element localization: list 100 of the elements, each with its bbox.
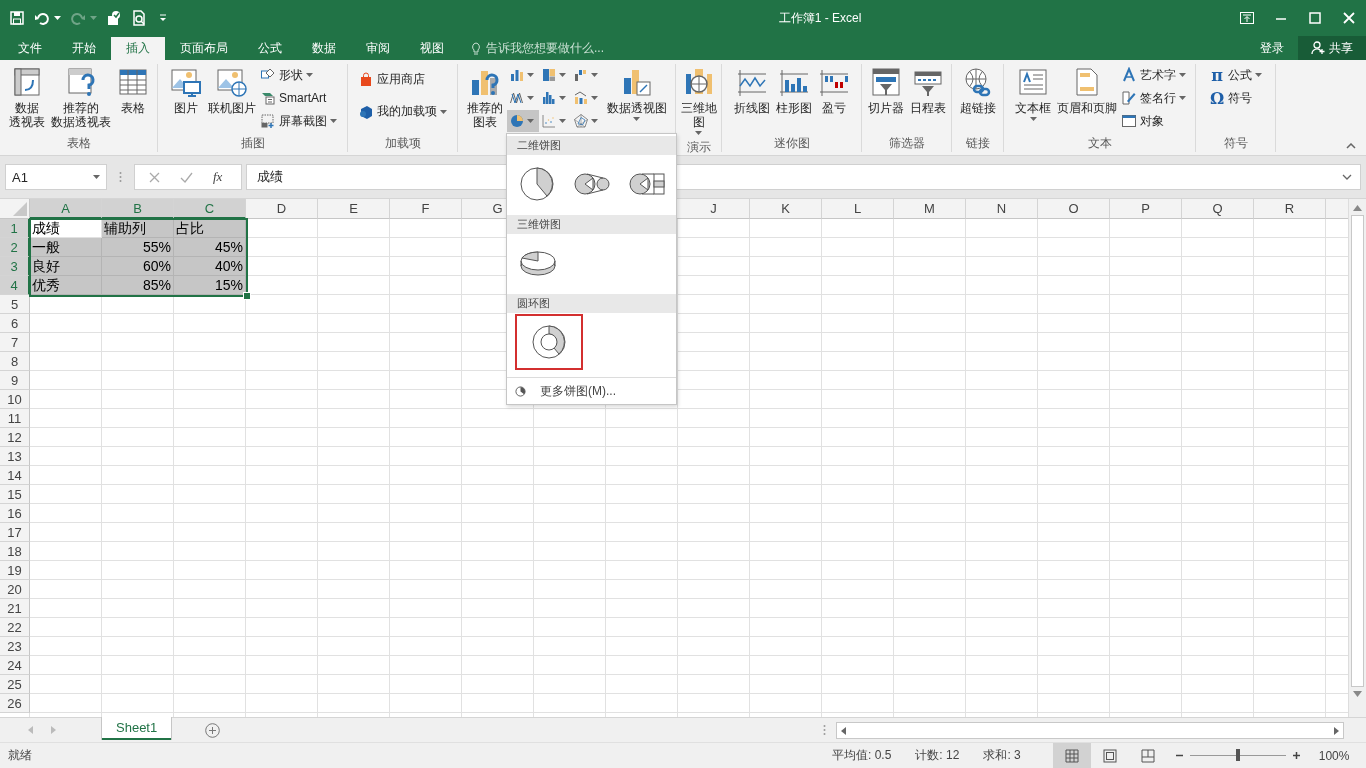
scroll-right-icon[interactable]	[1334, 726, 1339, 735]
ribbon-button-label[interactable]: 数据	[14, 101, 39, 115]
view-button[interactable]	[1052, 743, 1091, 768]
ribbon-button-label[interactable]: 图	[692, 115, 705, 129]
zoom-level[interactable]: 100%	[1318, 748, 1350, 763]
row-header[interactable]: 4	[0, 276, 30, 295]
ribbon-tab[interactable]: 公式	[243, 37, 297, 60]
ribbon-button-label[interactable]: 日程表	[909, 101, 946, 115]
expand-icon[interactable]	[1342, 174, 1352, 180]
ribbon-display-icon[interactable]	[1240, 12, 1254, 24]
column-header[interactable]: A	[30, 199, 102, 219]
grip-icon[interactable]	[823, 724, 826, 736]
customize-toolbar-icon[interactable]	[159, 14, 167, 22]
ribbon-button-label[interactable]: 文本框	[1015, 101, 1051, 115]
close-icon[interactable]	[1342, 12, 1356, 24]
row-header[interactable]: 20	[0, 580, 30, 599]
row-header[interactable]: 24	[0, 656, 30, 675]
ribbon-button[interactable]: π 公式	[1209, 65, 1262, 85]
insert-function-button[interactable]: fx	[213, 169, 223, 185]
chart-type-button[interactable]	[506, 110, 539, 132]
picture-icon	[170, 66, 202, 98]
row-header[interactable]: 19	[0, 561, 30, 580]
ribbon-button-label[interactable]: 盈亏	[821, 101, 846, 115]
save-icon[interactable]	[9, 10, 25, 26]
ribbon-button[interactable]: 艺术字	[1121, 65, 1186, 85]
ribbon-button-label[interactable]: 联机图片	[208, 101, 256, 115]
undo-icon[interactable]	[34, 10, 50, 26]
zoom-in-icon[interactable]	[1291, 751, 1301, 760]
collapse-ribbon-icon[interactable]	[1346, 143, 1356, 149]
row-header[interactable]: 18	[0, 542, 30, 561]
column-header[interactable]: C	[174, 199, 246, 219]
ribbon-button-label[interactable]: 表格	[120, 101, 145, 115]
ribbon-button-label[interactable]: 推荐的	[62, 101, 99, 115]
ribbon-button[interactable]: 屏幕截图	[260, 111, 337, 131]
row-header[interactable]: 6	[0, 314, 30, 333]
ribbon-button[interactable]: 应用商店	[358, 65, 447, 94]
row-header[interactable]: 5	[0, 295, 30, 314]
row-header[interactable]: 16	[0, 504, 30, 523]
sheet-tab[interactable]: Sheet1	[102, 717, 172, 740]
sign-in-link[interactable]: 登录	[1246, 37, 1298, 60]
ribbon-tab[interactable]: 文件	[3, 37, 57, 60]
zoom-slider[interactable]	[1235, 749, 1240, 761]
ribbon-button[interactable]: 形状	[260, 65, 337, 85]
horizontal-scrollbar[interactable]	[836, 722, 1344, 739]
ribbon-button[interactable]: 对象	[1121, 111, 1186, 131]
row-header[interactable]: 2	[0, 238, 30, 257]
row-header[interactable]: 21	[0, 599, 30, 618]
row-header[interactable]: 17	[0, 523, 30, 542]
ribbon-button-label[interactable]: 超链接	[959, 101, 996, 115]
name-box[interactable]: A1	[5, 164, 107, 190]
row-header[interactable]: 11	[0, 409, 30, 428]
scroll-up-icon[interactable]	[1353, 205, 1362, 211]
row-header[interactable]: 14	[0, 466, 30, 485]
ribbon-button[interactable]: SmartArt	[260, 88, 337, 108]
scroll-left-icon[interactable]	[841, 726, 846, 735]
row-header[interactable]: 7	[0, 333, 30, 352]
ribbon-button-label[interactable]: 切片器	[867, 101, 904, 115]
ribbon-tab[interactable]: 开始	[57, 37, 111, 60]
row-header[interactable]: 3	[0, 257, 30, 276]
row-header[interactable]: 9	[0, 371, 30, 390]
row-header[interactable]: 1	[0, 219, 30, 238]
vertical-scrollbar[interactable]	[1348, 199, 1366, 717]
ribbon-button-label[interactable]: 折线图	[733, 101, 770, 115]
row-header[interactable]: 13	[0, 447, 30, 466]
ribbon-button-label[interactable]: 透视表	[8, 115, 45, 129]
ribbon-tab[interactable]: 页面布局	[165, 37, 243, 60]
check-icon[interactable]	[180, 171, 193, 183]
row-header[interactable]: 23	[0, 637, 30, 656]
print-preview-icon[interactable]	[131, 10, 147, 26]
maximize-icon[interactable]	[1308, 12, 1322, 24]
row-header[interactable]: 22	[0, 618, 30, 637]
row-header[interactable]: 26	[0, 694, 30, 713]
ribbon-tab[interactable]: 视图	[405, 37, 459, 60]
ribbon-button-label[interactable]: 数据透视图	[606, 101, 667, 115]
chart-option[interactable]	[515, 314, 583, 370]
share-button[interactable]: 共享	[1298, 36, 1366, 60]
ribbon-button-label[interactable]: 页眉和页脚	[1057, 101, 1117, 115]
tell-me-field[interactable]: 告诉我您想要做什么...	[471, 37, 604, 60]
ribbon-tab[interactable]: 数据	[297, 37, 351, 60]
ribbon-button-label[interactable]: 数据透视表	[50, 115, 111, 129]
row-header[interactable]: 8	[0, 352, 30, 371]
ribbon-button-label[interactable]: 推荐的	[466, 101, 503, 115]
ribbon-button-label[interactable]: 图表	[472, 115, 497, 129]
ribbon-button-label[interactable]: 三维地	[680, 101, 717, 115]
ribbon-button-label[interactable]: 图片	[174, 101, 198, 115]
ribbon-button-label[interactable]: 柱形图	[775, 101, 812, 115]
ribbon-tab[interactable]: 审阅	[351, 37, 405, 60]
touch-mode-icon[interactable]	[106, 10, 122, 26]
ribbon-button[interactable]: Ω 符号	[1209, 88, 1262, 108]
column-header[interactable]: B	[102, 199, 174, 219]
row-header[interactable]: 15	[0, 485, 30, 504]
row-header[interactable]: 10	[0, 390, 30, 409]
more-pie-charts-item[interactable]: 更多饼图(M)...	[507, 377, 676, 404]
ribbon-button[interactable]: 我的加载项	[358, 97, 447, 126]
row-header[interactable]: 12	[0, 428, 30, 447]
ribbon-button[interactable]: 签名行	[1121, 88, 1186, 108]
scroll-down-icon[interactable]	[1353, 691, 1362, 697]
new-sheet-icon[interactable]	[205, 723, 221, 738]
row-header[interactable]: 25	[0, 675, 30, 694]
ribbon-tab[interactable]: 插入	[111, 37, 165, 60]
